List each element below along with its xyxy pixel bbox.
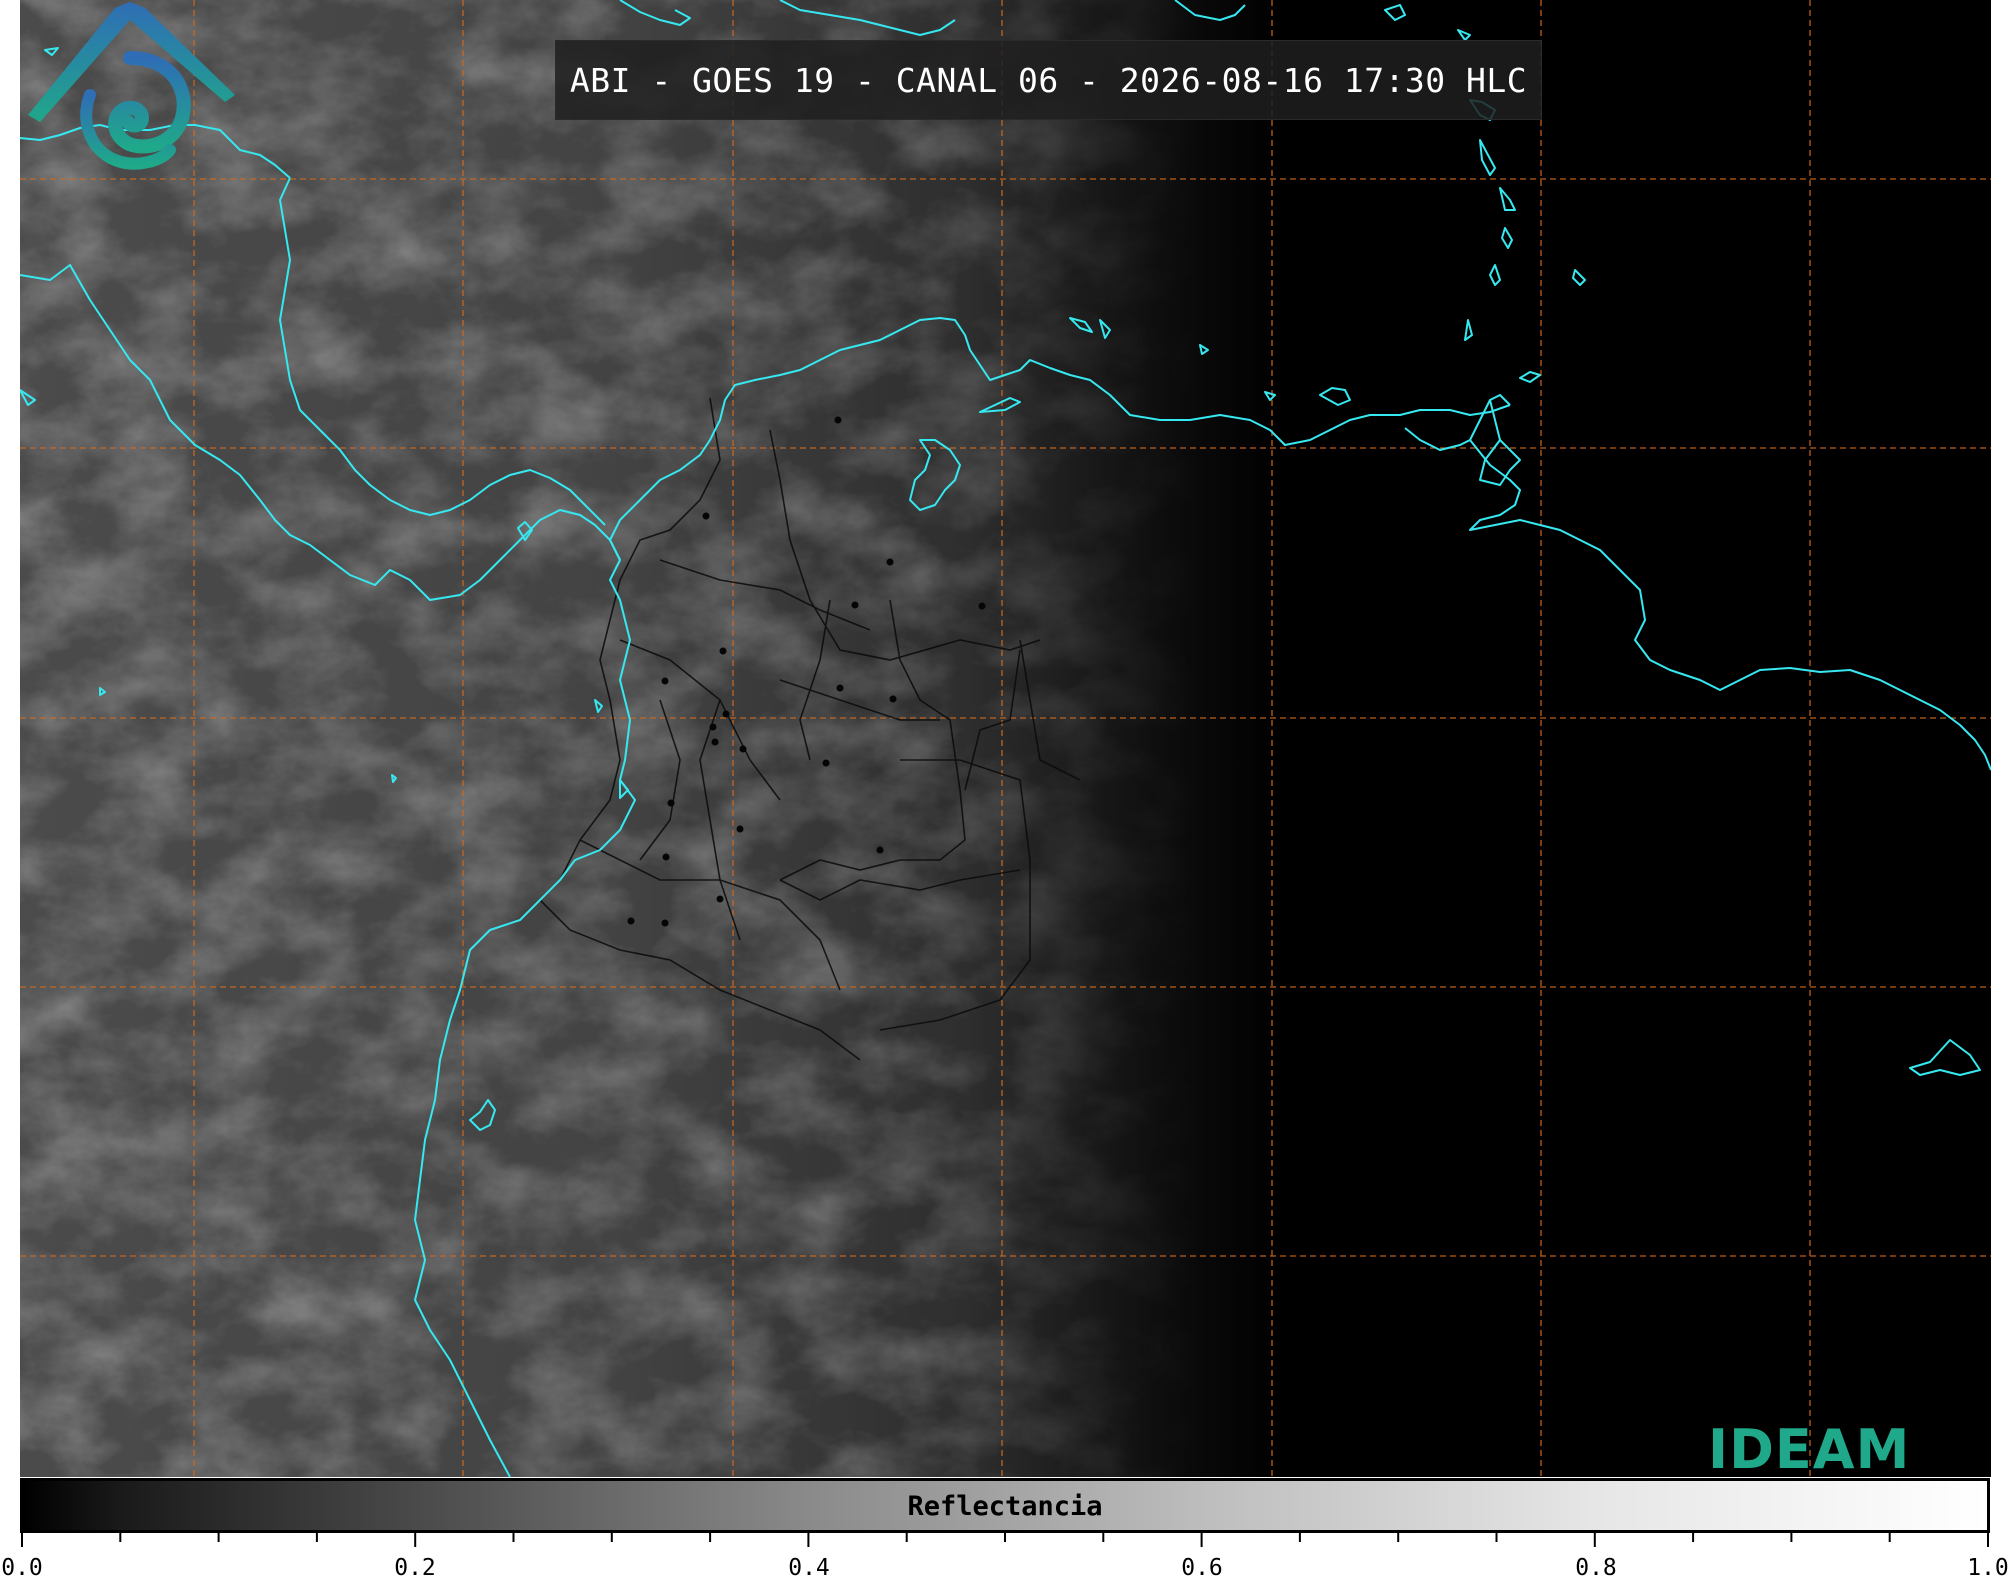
tick-label: 0.0 [1,1555,43,1581]
colorbar: Reflectancia [20,1478,1990,1533]
ideam-logo-text: IDEAM [1708,1418,1911,1477]
tick-label: 0.2 [394,1555,436,1581]
ideam-logo-icon [28,2,235,170]
tick-label: 0.8 [1575,1555,1617,1581]
colorbar-label: Reflectancia [907,1491,1103,1522]
satellite-map[interactable]: ABI - GOES 19 - CANAL 06 - 2026-08-16 17… [20,0,1991,1477]
tick-label: 1.0 [1967,1555,2009,1581]
map-title: ABI - GOES 19 - CANAL 06 - 2026-08-16 17… [569,60,1528,100]
map-layers [20,0,1991,1477]
tick-label: 0.6 [1181,1555,1223,1581]
tick-label: 0.4 [788,1555,830,1581]
colorbar-ticks [21,1533,1989,1547]
title-box: ABI - GOES 19 - CANAL 06 - 2026-08-16 17… [555,40,1542,120]
